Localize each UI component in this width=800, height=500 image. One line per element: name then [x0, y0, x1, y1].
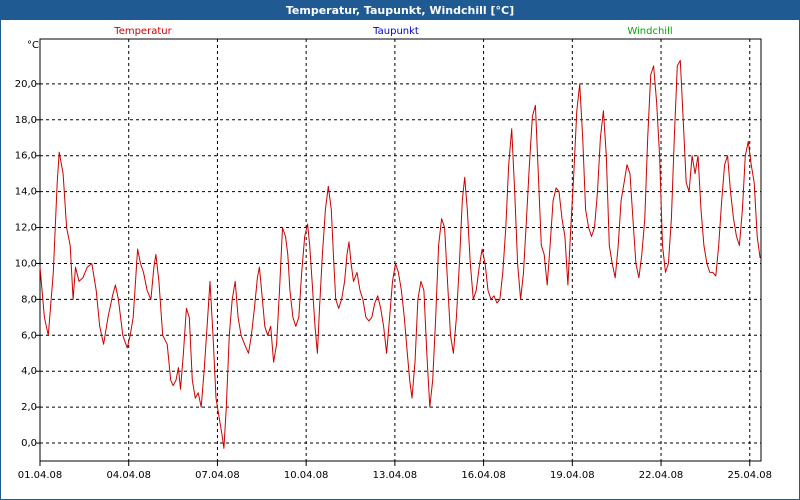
y-tick-label: 4,0	[21, 366, 37, 377]
x-tick-label: 10.04.08	[284, 470, 329, 481]
x-tick-label: 07.04.08	[195, 470, 240, 481]
y-tick-label: 6,0	[21, 330, 37, 341]
y-tick-label: 18,0	[15, 115, 37, 126]
y-tick-label: 0,0	[21, 438, 37, 449]
legend-entry: Taupunkt	[372, 26, 419, 37]
x-tick-label: 13.04.08	[373, 470, 418, 481]
x-tick-label: 19.04.08	[550, 470, 595, 481]
series-lines	[39, 60, 761, 449]
y-tick-label: 8,0	[21, 294, 37, 305]
x-tick-label: 22.04.08	[639, 470, 684, 481]
x-tick-label: 25.04.08	[727, 470, 772, 481]
x-tick-label: 01.04.08	[18, 470, 63, 481]
grid	[40, 39, 761, 461]
y-axis-ticks: 0,0 2,0 4,0 6,0 8,0 10,0 12,0 14,0 16,0 18,0 20,0	[15, 79, 40, 449]
x-tick-label: 04.04.08	[106, 470, 151, 481]
x-axis-ticks: 01.04.08 04.04.08 07.04.08 10.04.08 13.04.08…	[18, 461, 772, 481]
line-chart: 0,02,04,06,08,010,012,014,016,018,020,0 …	[15, 26, 772, 481]
x-tick-label: 16.04.08	[461, 470, 506, 481]
y-tick-label: 16,0	[15, 151, 37, 162]
y-tick-label: 20,0	[15, 79, 37, 90]
y-tick-label: 2,0	[21, 402, 37, 413]
legend: Temperatur Taupunkt Windchill	[113, 26, 672, 37]
y-tick-label: 10,0	[15, 258, 37, 269]
y-axis-unit: °C	[27, 40, 39, 51]
legend-entry: Temperatur	[113, 26, 172, 37]
series-line-temperatur	[39, 60, 761, 449]
y-tick-label: 12,0	[15, 223, 37, 234]
legend-entry: Windchill	[627, 26, 672, 37]
y-tick-label: 14,0	[15, 187, 37, 198]
plot-area	[39, 38, 762, 462]
